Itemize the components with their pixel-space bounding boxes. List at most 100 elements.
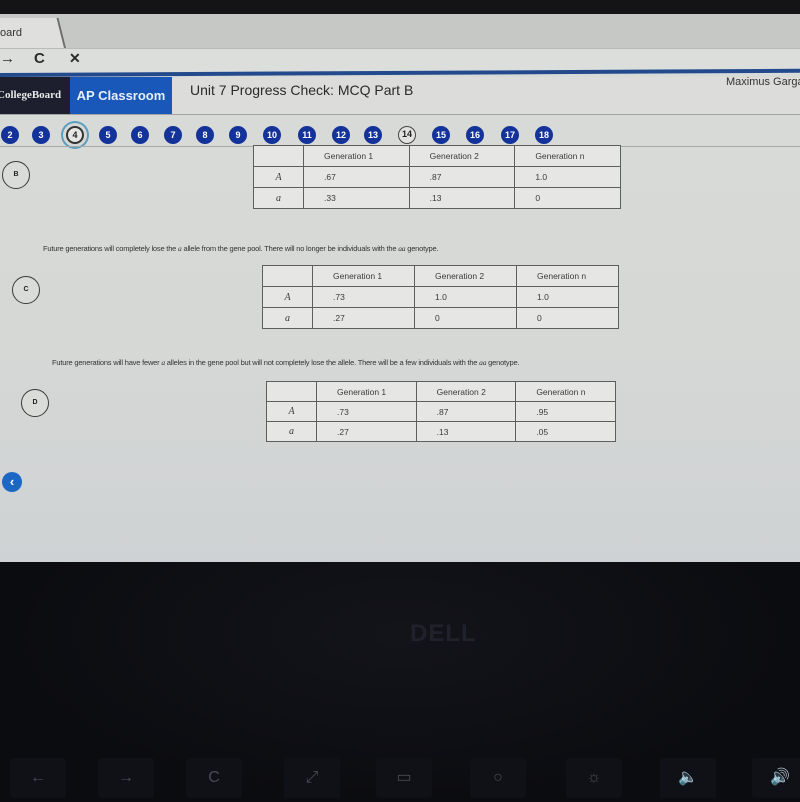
question-12-button[interactable]: 12 [332,126,350,144]
allele-label-cell: a [253,187,304,209]
choice-text-segment: genotype. [486,358,520,367]
brightness-up-key-icon[interactable]: ☼ [566,758,622,798]
table-row: A .67.87 1.0 [253,166,621,188]
question-10-button[interactable]: 10 [263,126,281,144]
question-nav: 2 3 4 5 6 7 8 9 10 11 12 13 14 15 16 17 18 [0,116,800,146]
browser-tab-title[interactable]: oard [0,27,22,39]
volume-down-key-icon[interactable]: 🔈 [660,758,716,798]
page-title: Unit 7 Progress Check: MCQ Part B [190,82,414,98]
close-icon[interactable]: ✕ [69,50,81,67]
choice-text-segment: Future generations will completely lose … [43,244,179,253]
table-row: A .73 1.0 1.0 [262,286,619,308]
question-18-button[interactable]: 18 [535,126,553,144]
question-3-button[interactable]: 3 [32,126,50,144]
table-header-row: Generation 1 Generation 2 Generation n [262,265,619,287]
refresh-key-icon[interactable]: C [186,758,242,798]
frequency-cell: .73 [312,286,415,308]
back-button[interactable]: ‹ [2,472,22,492]
reload-icon[interactable]: C [34,50,45,67]
frequency-cell: 1.0 [516,286,619,308]
table-header-cell: Generation n [515,381,616,402]
question-13-button[interactable]: 13 [364,126,382,144]
browser-tabstrip [0,14,800,50]
chevron-left-icon: ‹ [9,474,15,489]
choice-d-table: Generation 1 Generation 2 Generation n A .73… [266,381,616,442]
table-header-cell: Generation 2 [408,145,516,167]
frequency-cell: .13 [415,421,517,442]
choice-b-letter: B [13,171,19,178]
table-header-cell: Generation 2 [414,265,517,287]
allele-label-cell: a [262,307,313,329]
laptop-screen: oard → C ✕ CollegeBoard AP Classroom Uni… [0,0,800,562]
allele-label-cell: A [253,166,304,188]
ap-classroom-link[interactable]: AP Classroom [70,77,172,114]
allele-label-cell: A [266,401,317,422]
choice-d-letter: D [32,399,38,406]
question-16-button[interactable]: 16 [466,126,484,144]
question-6-button[interactable]: 6 [131,126,149,144]
table-header-row: Generation 1 Generation 2 Generation n [253,145,621,167]
brightness-down-key-icon[interactable]: ○ [470,758,526,798]
table-header-cell: Generation 1 [312,265,415,287]
frequency-cell: 1.0 [514,166,621,188]
frequency-cell: 0 [516,307,619,329]
table-row: A .73.87.95 [266,401,616,422]
question-5-button[interactable]: 5 [99,126,117,144]
choice-c-text: Future generations will completely lose … [43,244,439,253]
forward-key-icon[interactable]: → [98,758,154,798]
frequency-cell: 0 [414,307,517,329]
question-17-button[interactable]: 17 [501,126,519,144]
table-header-cell: Generation 2 [415,381,517,402]
table-corner-cell [262,265,313,287]
table-header-cell: Generation n [516,265,619,287]
top-bezel [0,0,800,14]
frequency-cell: .13 [408,187,516,209]
question-15-button[interactable]: 15 [432,126,450,144]
question-2-button[interactable]: 2 [1,126,19,144]
table-header-cell: Generation 1 [303,145,410,167]
forward-icon[interactable]: → [0,50,15,67]
question-7-button[interactable]: 7 [164,126,182,144]
choice-b-radio[interactable]: B [2,161,30,189]
question-11-button[interactable]: 11 [298,126,316,144]
fullscreen-key-icon[interactable]: ⤢ [284,758,340,798]
frequency-cell: .87 [415,401,517,422]
question-4-button[interactable]: 4 [66,126,84,144]
question-8-button[interactable]: 8 [196,126,214,144]
frequency-cell: .67 [303,166,410,188]
frequency-cell: 0 [514,187,621,209]
choice-b-table: Generation 1 Generation 2 Generation n A .67… [253,145,621,209]
allele-label-cell: a [266,421,317,442]
choice-c-letter: C [23,286,29,293]
back-key-icon[interactable]: ← [10,758,66,798]
collegeboard-logo[interactable]: CollegeBoard [0,77,70,114]
choice-d-radio[interactable]: D [21,389,49,417]
table-row: a .27.13.05 [266,421,616,442]
table-header-cell: Generation 1 [316,381,417,402]
question-9-button[interactable]: 9 [229,126,247,144]
allele-label-cell: A [262,286,313,308]
overview-key-icon[interactable]: ▭ [376,758,432,798]
table-corner-cell [266,381,317,402]
table-row: a .33.13 0 [253,187,621,209]
question-14-button[interactable]: 14 [398,126,416,144]
brand-label: CollegeBoard [0,89,62,101]
table-header-row: Generation 1 Generation 2 Generation n [266,381,616,402]
choice-text-segment: genotype. [405,244,439,253]
choice-d-text: Future generations will have fewer a all… [52,358,520,367]
choice-text-segment: allele from the gene pool. There will no… [181,244,399,253]
choice-c-radio[interactable]: C [12,276,40,304]
header-divider [0,114,800,115]
frequency-cell: 1.0 [414,286,517,308]
table-header-cell: Generation n [514,145,621,167]
frequency-cell: .27 [312,307,415,329]
volume-up-key-icon[interactable]: 🔊 [752,758,800,798]
frequency-cell: .73 [316,401,417,422]
choice-text-segment: Future generations will have fewer [52,358,162,367]
frequency-cell: .95 [515,401,616,422]
frequency-cell: .87 [408,166,516,188]
table-row: a .27 0 0 [262,307,619,329]
choice-c-table: Generation 1 Generation 2 Generation n A .73… [262,265,619,329]
user-name[interactable]: Maximus Garga [726,76,800,88]
frequency-cell: .05 [515,421,616,442]
